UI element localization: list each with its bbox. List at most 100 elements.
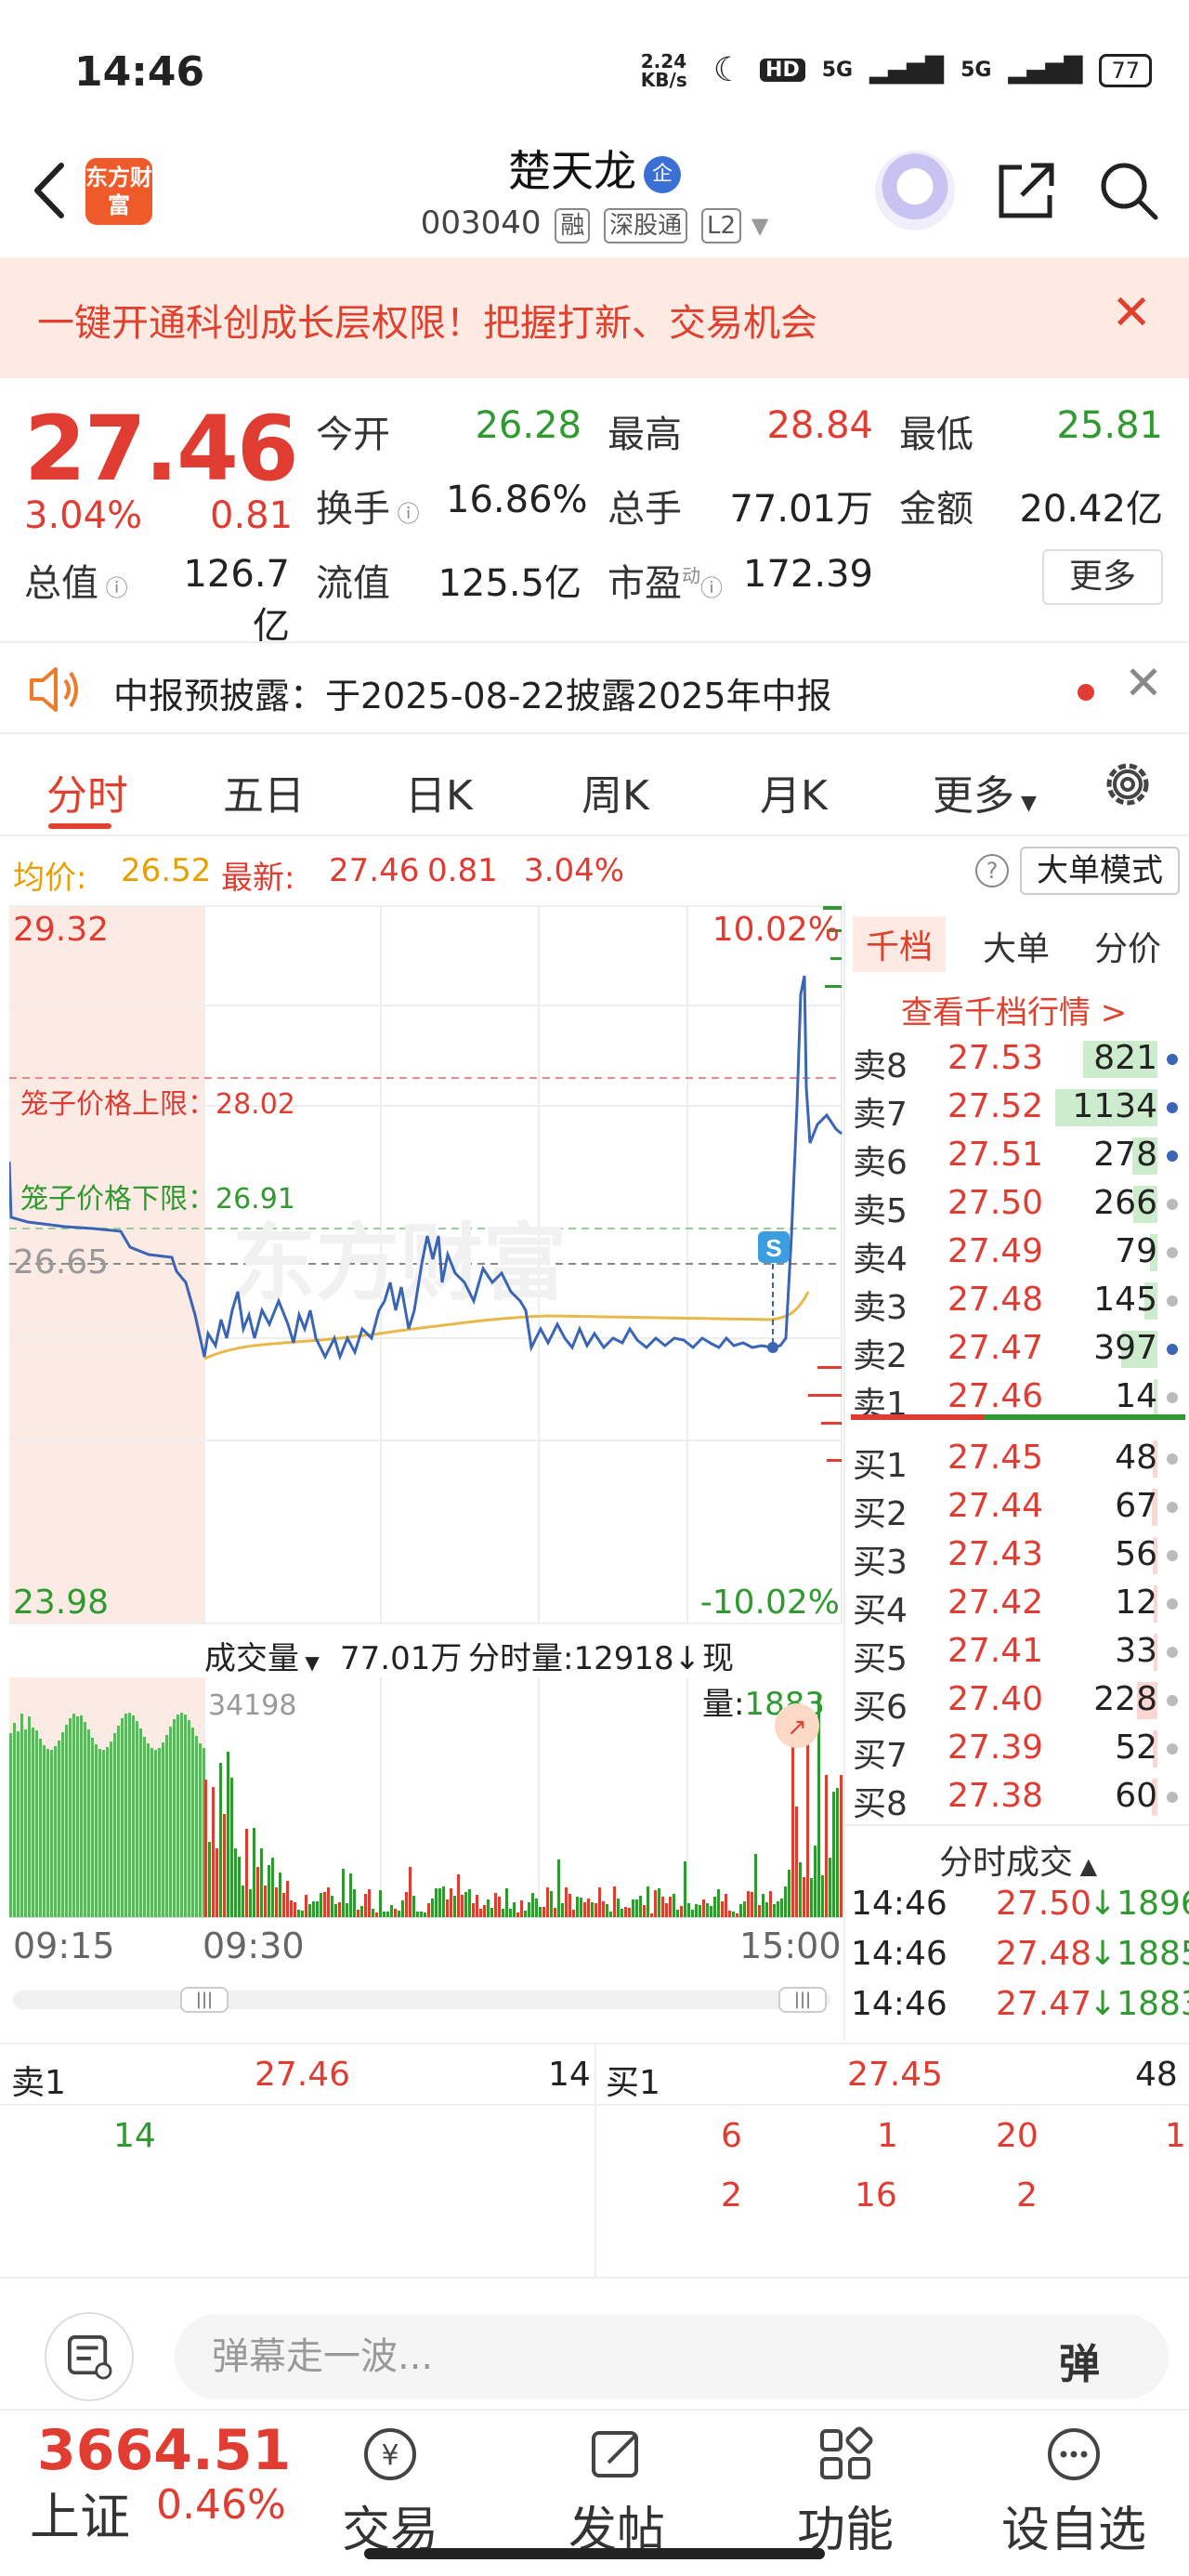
volume-bar (647, 1886, 649, 1917)
tab-intraday[interactable]: 分时 (46, 762, 128, 821)
more-button[interactable]: 更多 (1042, 549, 1163, 605)
bid-row[interactable]: 买6 27.40 228 (845, 1675, 1189, 1727)
danmu-list-icon[interactable] (45, 2312, 134, 2401)
bid-row[interactable]: 买2 27.44 67 (845, 1481, 1189, 1533)
close-icon[interactable]: ✕ (1111, 285, 1152, 341)
speaker-icon (30, 667, 78, 712)
ask-row[interactable]: 卖6 27.51 278 (845, 1130, 1189, 1182)
order-pr: 27.47 (947, 1329, 1044, 1367)
volume-bar (498, 1897, 501, 1917)
danmu-input[interactable]: 弹幕走一波... (175, 2314, 1169, 2399)
order-lbl: 卖2 (853, 1337, 908, 1375)
range-handle-right[interactable]: ||| (778, 1987, 827, 2013)
order-book-panel: 千档 大单 分价 查看千档行情 > 卖8 27.53 821 卖7 27.52 1134 卖… (843, 901, 1189, 2041)
ask-row[interactable]: 卖4 27.49 79 (845, 1227, 1189, 1279)
bid-row[interactable]: 买3 27.43 56 (845, 1530, 1189, 1582)
big-order-mode-button[interactable]: 大单模式 (1020, 847, 1180, 895)
notice-bar[interactable]: 中报预披露：于2025-08-22披露2025年中报 ✕ (0, 641, 1189, 734)
ask-row[interactable]: 卖7 27.52 1134 (845, 1082, 1189, 1134)
nav-trade[interactable]: ¥ 交易 (316, 2411, 464, 2560)
volume-bar (602, 1901, 605, 1917)
volume-bar (230, 1778, 233, 1917)
intraday-chart[interactable]: 东方财富 S 29.32 26.65 23.98 10.02% -10.02% … (7, 901, 843, 1626)
trade-icon: ¥ (364, 2428, 416, 2480)
volume-bar (412, 1896, 415, 1917)
index-pct[interactable]: 0.46% (156, 2481, 286, 2529)
share-icon[interactable] (994, 158, 1059, 223)
volume-bar (546, 1887, 549, 1917)
bid-row[interactable]: 买1 27.45 48 (845, 1433, 1189, 1485)
close-icon[interactable]: ✕ (1124, 656, 1163, 710)
amount-label: 金额 (899, 488, 973, 531)
order-pr: 27.42 (947, 1584, 1044, 1622)
nav-add-favorite[interactable]: 设自选 (1000, 2411, 1148, 2560)
range-handle-left[interactable]: ||| (180, 1987, 229, 2013)
volume-bar (301, 1911, 304, 1917)
volume-bar (713, 1897, 716, 1917)
danmu-toggle-icon[interactable]: 弹 (1059, 2331, 1100, 2390)
time-start: 09:15 (13, 1925, 115, 1966)
ai-robot-icon[interactable] (875, 151, 955, 230)
bid-row[interactable]: 买7 27.39 52 (845, 1723, 1189, 1775)
gear-icon[interactable] (1100, 756, 1156, 812)
trade-ticks-title[interactable]: 分时成交 ▲ (845, 1835, 1189, 1884)
volume-bar (739, 1904, 742, 1917)
bid-row[interactable]: 买4 27.42 12 (845, 1578, 1189, 1630)
volume-bar (565, 1887, 568, 1917)
latest-value: 27.46 (329, 852, 420, 889)
volume-bar (331, 1896, 333, 1917)
signal-5g-1: 5G (821, 59, 854, 82)
ask-row[interactable]: 卖2 27.47 397 (845, 1323, 1189, 1375)
volume-bar (832, 1792, 835, 1917)
tab-five-day[interactable]: 五日 (223, 762, 305, 821)
volume-bar (658, 1888, 660, 1917)
volume-bar (80, 1715, 83, 1917)
queue-buy-item: 1 (1165, 2117, 1186, 2155)
order-dot (1167, 1695, 1178, 1706)
intraday-chart-svg[interactable]: 东方财富 S 29.32 26.65 23.98 10.02% -10.02% … (7, 901, 843, 1626)
order-vol: 33 (1115, 1632, 1157, 1670)
tab-monthly-k[interactable]: 月K (760, 762, 828, 821)
view-thousand-level-link[interactable]: 查看千档行情 > (901, 987, 1127, 1032)
stock-header: 东方财富 楚天龙企 003040 融 深股通 L2 ▼ (0, 130, 1189, 256)
svg-text:S: S (765, 1234, 781, 1262)
volume-bar (184, 1715, 187, 1917)
volume-bar (416, 1912, 419, 1917)
stock-code: 003040 (420, 204, 542, 242)
volume-bar (227, 1752, 229, 1917)
tab-daily-k[interactable]: 日K (405, 762, 473, 821)
nav-post[interactable]: 发帖 (542, 2411, 691, 2560)
volume-bar (264, 1886, 267, 1917)
tab-weekly-k[interactable]: 周K (581, 762, 649, 821)
volume-selector[interactable]: 成交量 ▼ (204, 1633, 320, 1678)
order-vol: 79 (1115, 1232, 1157, 1270)
volume-bar (806, 1718, 809, 1917)
home-indicator[interactable] (364, 2548, 825, 2559)
volume-chart[interactable]: 34198 ↗ (9, 1677, 843, 1919)
help-icon[interactable]: ? (975, 854, 1009, 887)
nav-add-favorite-label: 设自选 (1000, 2503, 1146, 2558)
index-name[interactable]: 上证 (30, 2476, 130, 2549)
trade-price: 27.48 (996, 1935, 1092, 1973)
volume-bar (58, 1741, 60, 1917)
bid-row[interactable]: 买8 27.38 60 (845, 1771, 1189, 1823)
tab-thousand-level[interactable]: 千档 (853, 916, 947, 972)
tab-price-dist[interactable]: 分价 (1094, 922, 1161, 970)
ask-row[interactable]: 卖1 27.46 14 (845, 1372, 1189, 1424)
volume-bar (76, 1713, 79, 1917)
volume-chart-svg[interactable]: 34198 ↗ (9, 1677, 843, 1919)
nav-functions[interactable]: 功能 (771, 2411, 920, 2560)
promo-banner[interactable]: 一键开通科创成长层权限！把握打新、交易机会 ✕ (0, 257, 1189, 378)
ask-row[interactable]: 卖8 27.53 821 (845, 1033, 1189, 1085)
index-value[interactable]: 3664.51 (37, 2418, 291, 2483)
ask-row[interactable]: 卖5 27.50 266 (845, 1178, 1189, 1230)
time-range-track[interactable] (13, 1991, 830, 2009)
promo-text[interactable]: 一键开通科创成长层权限！把握打新、交易机会 (37, 293, 817, 347)
notice-text[interactable]: 中报预披露：于2025-08-22披露2025年中报 (113, 667, 832, 718)
volume-bar (72, 1714, 75, 1917)
search-icon[interactable] (1096, 158, 1161, 223)
tab-more[interactable]: 更多 ▼ (933, 762, 1037, 821)
ask-row[interactable]: 卖3 27.48 145 (845, 1275, 1189, 1327)
tab-big-order[interactable]: 大单 (983, 922, 1050, 970)
bid-row[interactable]: 买5 27.41 33 (845, 1626, 1189, 1678)
